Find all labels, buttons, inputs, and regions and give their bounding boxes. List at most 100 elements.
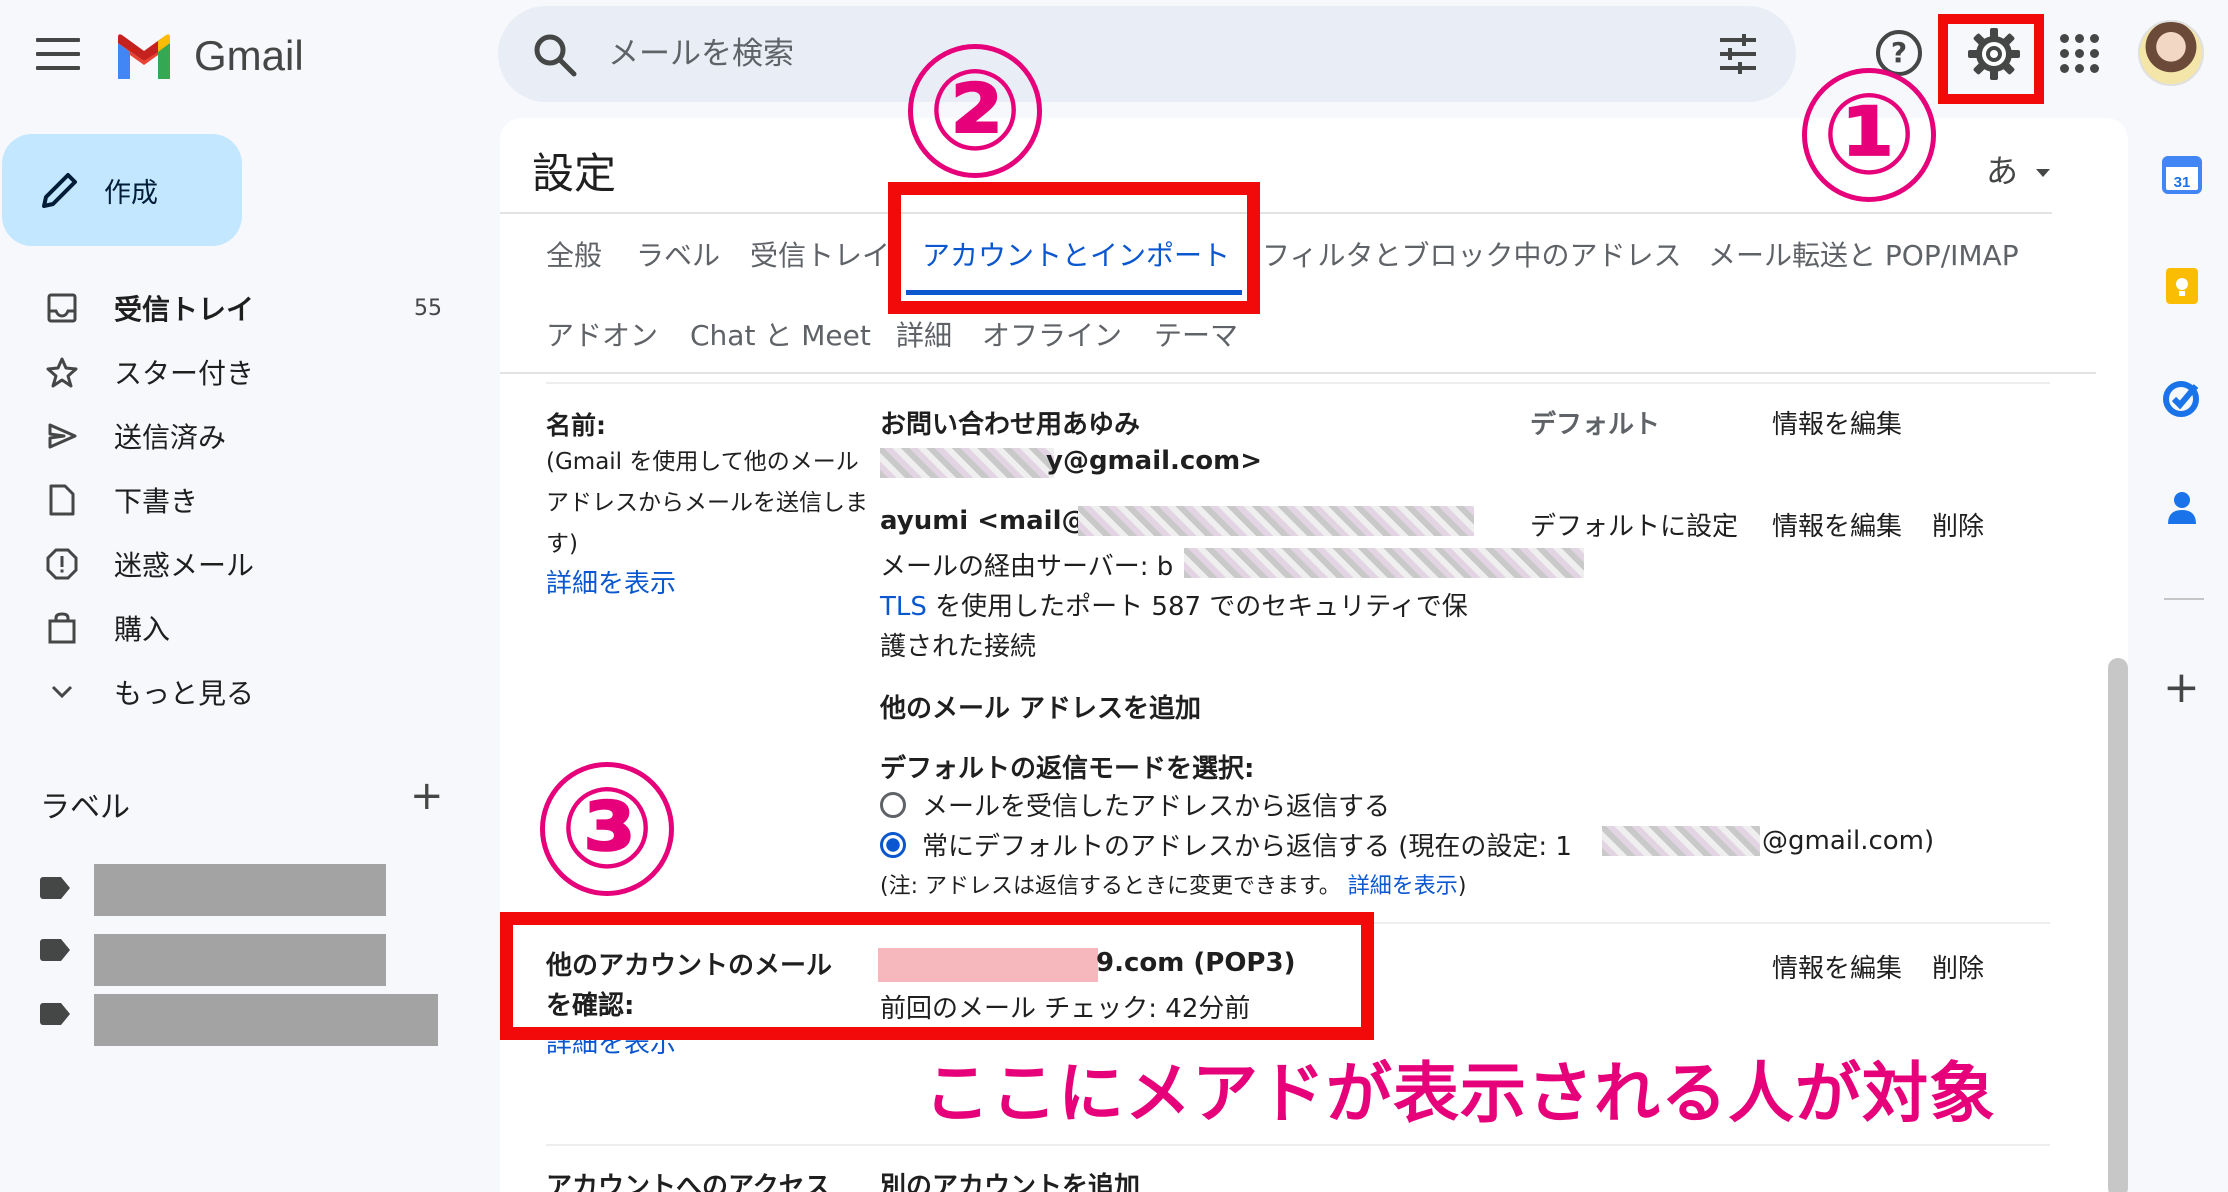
label-item[interactable] [40, 988, 70, 1040]
section-divider [546, 1144, 2050, 1146]
unread-count: 55 [414, 295, 442, 321]
tls-link[interactable]: TLS [880, 592, 927, 622]
search-input[interactable] [608, 30, 1508, 78]
contacts-icon[interactable] [2162, 488, 2202, 528]
note-text: (注: アドレスは返信するときに変更できます。 [880, 874, 1341, 899]
search-bar[interactable] [498, 6, 1796, 102]
apps-grid-icon[interactable] [2060, 34, 2100, 74]
tab-addons[interactable]: アドオン [546, 314, 658, 354]
sidebar-item-more[interactable]: もっと見る [0, 662, 460, 722]
sidebar-item-label: 送信済み [114, 421, 227, 454]
tab-offline[interactable]: オフライン [982, 314, 1122, 354]
tab-general[interactable]: 全般 [546, 234, 602, 274]
tab-advanced[interactable]: 詳細 [896, 314, 952, 354]
primary-sender-name: お問い合わせ用あゆみ [880, 410, 1141, 440]
edit-pop-link[interactable]: 情報を編集 [1772, 948, 1902, 985]
note-close: ) [1457, 874, 1467, 899]
main-menu-button[interactable] [36, 38, 80, 74]
tab-inbox[interactable]: 受信トレイ [750, 234, 890, 274]
step2-highlight-box [888, 182, 1260, 314]
gmail-m-icon [118, 34, 170, 79]
add-address-link[interactable]: 他のメール アドレスを追加 [880, 688, 1201, 725]
redacted-email [880, 448, 1054, 478]
redacted-email [1078, 506, 1474, 536]
help-line: す) [546, 531, 578, 557]
caret-down-icon [2036, 169, 2051, 177]
search-options-icon[interactable] [1716, 32, 1760, 76]
sidebar-item-drafts[interactable]: 下書き [0, 470, 460, 530]
default-status: デフォルト [1530, 410, 1661, 440]
account-access-label: アカウントへのアクセス [546, 1172, 831, 1192]
add-account-link[interactable]: 別のアカウントを追加 [880, 1166, 1140, 1192]
tab-filters[interactable]: フィルタとブロック中のアドレス [1262, 234, 1681, 274]
redacted-label-name [94, 934, 386, 986]
compose-button[interactable]: 作成 [2, 134, 242, 246]
send-as-details-link[interactable]: 詳細を表示 [546, 564, 676, 605]
tab-themes[interactable]: テーマ [1154, 314, 1238, 354]
send-as-label: 名前: [546, 411, 606, 440]
redacted-email [1602, 826, 1760, 856]
sidebar-item-starred[interactable]: スター付き [0, 342, 460, 402]
redacted-server [1184, 548, 1584, 578]
account-avatar[interactable] [2138, 20, 2204, 86]
edit-primary-link[interactable]: 情報を編集 [1772, 404, 1902, 441]
add-addon-icon[interactable]: + [2163, 666, 2200, 710]
tasks-icon[interactable] [2162, 378, 2202, 418]
reply-option-received[interactable]: メールを受信したアドレスから返信する [880, 786, 1390, 823]
page-title: 設定 [532, 149, 617, 198]
tab-forwarding[interactable]: メール転送と POP/IMAP [1708, 234, 2019, 274]
chevron-down-icon [40, 684, 84, 700]
alias-smtp-server: メールの経由サーバー: b [880, 552, 1174, 582]
delete-alias-link[interactable]: 削除 [1932, 506, 1984, 543]
label-icon [40, 939, 70, 961]
send-as-help: (Gmail を使用して他のメール アドレスからメールを送信しま す) [546, 442, 868, 565]
labels-heading: ラベル [40, 790, 130, 825]
search-icon[interactable] [532, 32, 578, 78]
rail-divider [2164, 598, 2204, 600]
alias-tls-line2: 護された接続 [880, 632, 1037, 662]
alias-tls-line: TLS を使用したポート 587 でのセキュリティで保 [880, 586, 1468, 623]
step3-marker: ③ [540, 762, 674, 896]
title-divider [500, 212, 2052, 214]
draft-icon [40, 484, 84, 516]
scrollbar[interactable] [2108, 658, 2128, 1192]
radio-button-checked[interactable] [880, 831, 906, 858]
keep-icon[interactable] [2162, 266, 2202, 306]
sidebar-item-label: 下書き [114, 485, 199, 518]
edit-alias-link[interactable]: 情報を編集 [1772, 506, 1902, 543]
tab-chat-meet[interactable]: Chat と Meet [690, 314, 871, 354]
radio-button[interactable] [880, 791, 906, 818]
sidebar-item-label: 受信トレイ [114, 293, 255, 326]
sidebar-item-purchases[interactable]: 購入 [0, 598, 460, 658]
compose-label: 作成 [104, 177, 158, 209]
label-item[interactable] [40, 924, 70, 976]
calendar-icon[interactable]: 31 [2162, 154, 2202, 194]
pencil-icon [42, 173, 77, 208]
tabs-divider [500, 372, 2096, 374]
send-icon [40, 421, 84, 451]
input-tools-label: あ [1986, 152, 2019, 190]
tab-labels[interactable]: ラベル [636, 234, 720, 274]
make-default-link[interactable]: デフォルトに設定 [1530, 506, 1738, 543]
spam-icon [40, 548, 84, 580]
sidebar-item-spam[interactable]: 迷惑メール [0, 534, 460, 594]
gmail-logo[interactable]: Gmail [114, 28, 304, 84]
svg-text:31: 31 [2174, 174, 2191, 191]
primary-sender-email: y@gmail.com> [1046, 446, 1263, 476]
note-details-link[interactable]: 詳細を表示 [1348, 874, 1458, 899]
add-label-button[interactable]: + [410, 776, 444, 816]
sidebar-item-inbox[interactable]: 受信トレイ 55 [0, 278, 460, 338]
step2-marker: ② [908, 44, 1042, 178]
tls-text: を使用したポート 587 でのセキュリティで保 [926, 592, 1468, 622]
purchase-icon [40, 612, 84, 644]
label-icon [40, 877, 70, 899]
input-tools-button[interactable]: あ [1986, 146, 2052, 192]
reply-option-email-suffix: @gmail.com) [1762, 826, 1935, 856]
redacted-label-name [94, 994, 438, 1046]
star-icon [40, 356, 84, 388]
label-item[interactable] [40, 862, 70, 914]
reply-option-default[interactable]: 常にデフォルトのアドレスから返信する (現在の設定: 1 [880, 826, 1572, 863]
sidebar-item-label: もっと見る [114, 677, 255, 710]
delete-pop-link[interactable]: 削除 [1932, 948, 1984, 985]
sidebar-item-sent[interactable]: 送信済み [0, 406, 460, 466]
